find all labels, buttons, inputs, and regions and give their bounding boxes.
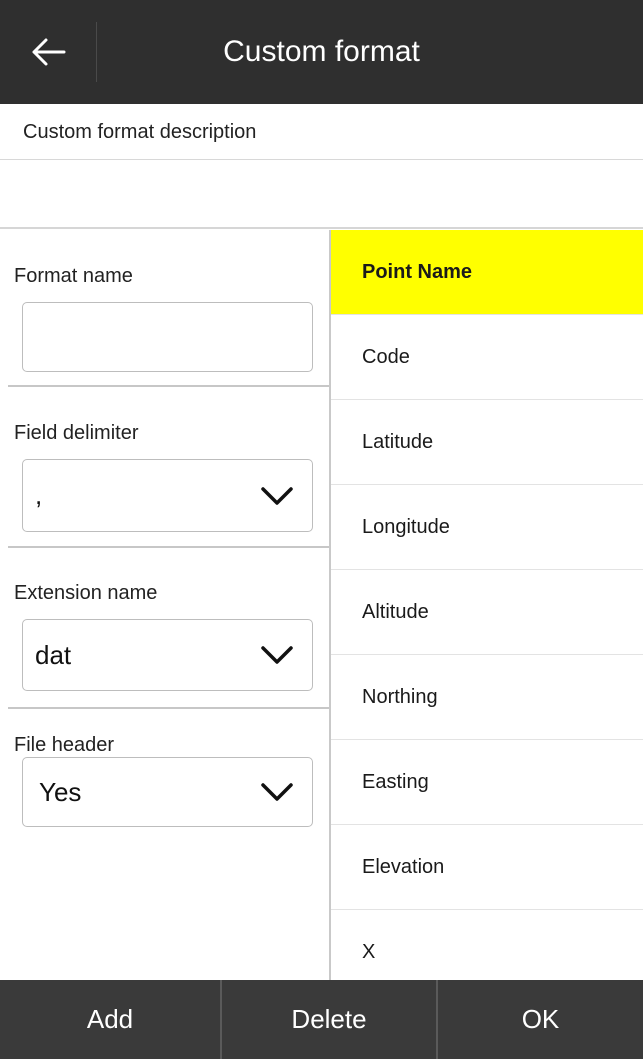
description-input[interactable] [0, 161, 643, 229]
field-list-item[interactable]: Northing [331, 655, 643, 740]
field-list-item[interactable]: Elevation [331, 825, 643, 910]
extension-name-label: Extension name [14, 582, 158, 604]
format-name-label: Format name [14, 265, 133, 287]
field-delimiter-select[interactable]: , [22, 459, 313, 532]
extension-name-select[interactable]: dat [22, 619, 313, 691]
file-header-select[interactable]: Yes [22, 757, 313, 827]
field-list-item[interactable]: Latitude [331, 400, 643, 485]
format-name-input[interactable] [23, 303, 312, 371]
app-header: Custom format [0, 0, 643, 104]
chevron-down-icon [261, 646, 293, 664]
add-button[interactable]: Add [0, 980, 220, 1059]
field-list: Point Name Code Latitude Longitude Altit… [331, 230, 643, 980]
chevron-down-icon [261, 783, 293, 801]
delete-button[interactable]: Delete [222, 980, 436, 1059]
file-header-label: File header [14, 734, 115, 756]
field-delimiter-value: , [35, 480, 43, 510]
section-divider [8, 707, 329, 709]
field-list-item[interactable]: Longitude [331, 485, 643, 570]
header-divider [96, 22, 97, 82]
footer-toolbar: Add Delete OK [0, 980, 643, 1059]
file-header-value: Yes [39, 776, 82, 807]
back-button[interactable] [0, 0, 96, 104]
field-list-item[interactable]: Code [331, 315, 643, 400]
field-list-item[interactable]: X [331, 910, 643, 980]
field-delimiter-label: Field delimiter [14, 422, 139, 444]
extension-name-value: dat [35, 639, 72, 670]
section-divider [8, 385, 329, 387]
description-label: Custom format description [0, 104, 643, 160]
ok-button[interactable]: OK [438, 980, 643, 1059]
section-divider [8, 546, 329, 548]
arrow-left-icon [32, 38, 66, 66]
format-settings-panel: Format name Field delimiter , Extension … [0, 230, 329, 980]
field-list-item[interactable]: Point Name [331, 230, 643, 315]
chevron-down-icon [261, 486, 293, 505]
field-list-item[interactable]: Altitude [331, 570, 643, 655]
format-name-field[interactable] [22, 302, 313, 372]
field-list-item[interactable]: Easting [331, 740, 643, 825]
